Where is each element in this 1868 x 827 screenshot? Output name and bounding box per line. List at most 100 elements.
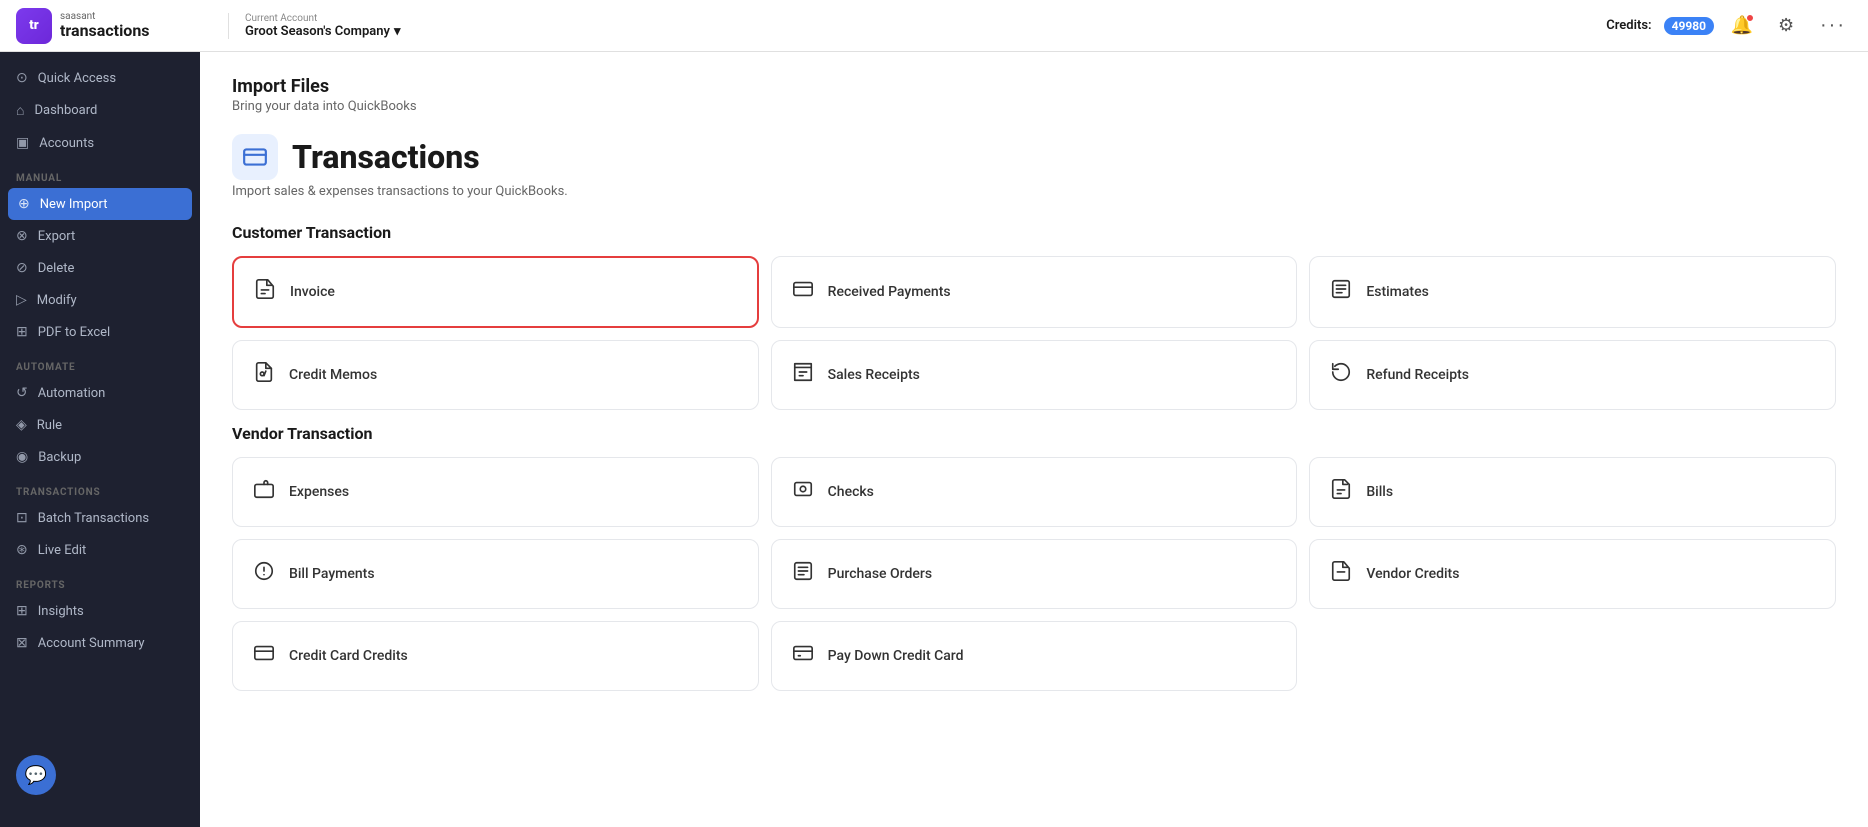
pay-down-credit-card-label: Pay Down Credit Card xyxy=(828,648,964,664)
modify-icon: ▷ xyxy=(16,292,27,308)
card-sales-receipts[interactable]: Sales Receipts xyxy=(771,340,1298,410)
sidebar-item-modify[interactable]: ▷ Modify xyxy=(0,284,200,316)
sidebar-item-pdf-to-excel[interactable]: ⊞ PDF to Excel xyxy=(0,316,200,348)
sidebar-item-label: Accounts xyxy=(39,136,94,151)
import-files-subtitle: Bring your data into QuickBooks xyxy=(232,99,1836,114)
card-purchase-orders[interactable]: Purchase Orders xyxy=(771,539,1298,609)
card-expenses[interactable]: Expenses xyxy=(232,457,759,527)
estimates-icon xyxy=(1330,278,1352,306)
sidebar-item-automation[interactable]: ↺ Automation xyxy=(0,377,200,409)
vendor-section-heading: Vendor Transaction xyxy=(232,424,1836,443)
checks-label: Checks xyxy=(828,484,874,500)
section-transactions: TRANSACTIONS xyxy=(0,473,200,502)
notification-button[interactable]: 🔔 xyxy=(1726,10,1758,42)
sidebar-item-accounts[interactable]: ▣ Accounts xyxy=(0,127,200,159)
logo-icon: tr xyxy=(16,8,52,44)
import-files-title: Import Files xyxy=(232,76,1836,97)
app-body: ⊙ Quick Access ⌂ Dashboard ▣ Accounts MA… xyxy=(0,52,1868,827)
sidebar-item-label: Insights xyxy=(38,604,84,619)
card-pay-down-credit-card[interactable]: Pay Down Credit Card xyxy=(771,621,1298,691)
section-automate: AUTOMATE xyxy=(0,348,200,377)
vendor-cards-grid: Expenses Checks xyxy=(232,457,1836,691)
top-header: tr saasant transactions Current Account … xyxy=(0,0,1868,52)
sidebar-item-quick-access[interactable]: ⊙ Quick Access xyxy=(0,62,200,94)
vendor-credits-label: Vendor Credits xyxy=(1366,566,1459,582)
sidebar-item-label: Export xyxy=(38,229,76,244)
card-credit-memos[interactable]: Credit Memos xyxy=(232,340,759,410)
sidebar-item-label: Modify xyxy=(37,293,77,308)
invoice-icon xyxy=(254,278,276,306)
sidebar-item-label: Automation xyxy=(38,386,106,401)
credits-label: Credits: xyxy=(1606,18,1651,33)
logo-area: tr saasant transactions xyxy=(16,8,216,44)
checks-icon xyxy=(792,478,814,506)
refund-receipts-label: Refund Receipts xyxy=(1366,367,1469,383)
credit-memos-icon xyxy=(253,361,275,389)
sales-receipts-label: Sales Receipts xyxy=(828,367,920,383)
account-name[interactable]: Groot Season's Company ▾ xyxy=(245,24,401,39)
customer-section-heading: Customer Transaction xyxy=(232,223,1836,242)
logo-bottom-text: transactions xyxy=(60,22,150,40)
bill-payments-icon xyxy=(253,560,275,588)
sidebar: ⊙ Quick Access ⌂ Dashboard ▣ Accounts MA… xyxy=(0,52,200,827)
backup-icon: ◉ xyxy=(16,449,28,465)
expenses-label: Expenses xyxy=(289,484,349,500)
section-manual: MANUAL xyxy=(0,159,200,188)
more-button[interactable]: ··· xyxy=(1814,10,1852,41)
main-content: Import Files Bring your data into QuickB… xyxy=(200,52,1868,827)
card-refund-receipts[interactable]: Refund Receipts xyxy=(1309,340,1836,410)
sidebar-item-label: Batch Transactions xyxy=(38,511,149,526)
sidebar-item-label: PDF to Excel xyxy=(38,325,110,340)
tx-subtitle: Import sales & expenses transactions to … xyxy=(232,184,1836,199)
customer-cards-grid: Invoice Received Payments xyxy=(232,256,1836,410)
sidebar-item-delete[interactable]: ⊘ Delete xyxy=(0,252,200,284)
automation-icon: ↺ xyxy=(16,385,28,401)
credit-card-credits-label: Credit Card Credits xyxy=(289,648,408,664)
notification-dot xyxy=(1746,14,1754,22)
sidebar-item-live-edit[interactable]: ⊛ Live Edit xyxy=(0,534,200,566)
settings-button[interactable]: ⚙ xyxy=(1770,10,1802,42)
credit-card-icon xyxy=(242,144,268,170)
card-estimates[interactable]: Estimates xyxy=(1309,256,1836,328)
chevron-down-icon: ▾ xyxy=(394,24,401,39)
sidebar-item-label: Live Edit xyxy=(38,543,87,558)
card-checks[interactable]: Checks xyxy=(771,457,1298,527)
pdf-excel-icon: ⊞ xyxy=(16,324,28,340)
credit-card-credits-icon xyxy=(253,642,275,670)
export-icon: ⊗ xyxy=(16,228,28,244)
sidebar-item-label: Rule xyxy=(37,418,62,433)
card-credit-card-credits[interactable]: Credit Card Credits xyxy=(232,621,759,691)
bills-label: Bills xyxy=(1366,484,1393,500)
sidebar-item-label: Dashboard xyxy=(34,103,97,118)
chat-button[interactable]: 💬 xyxy=(16,755,56,795)
tx-title: Transactions xyxy=(292,138,480,176)
sidebar-item-batch-transactions[interactable]: ⊡ Batch Transactions xyxy=(0,502,200,534)
card-vendor-credits[interactable]: Vendor Credits xyxy=(1309,539,1836,609)
sidebar-item-insights[interactable]: ⊞ Insights xyxy=(0,595,200,627)
sidebar-item-new-import[interactable]: ⊕ New Import xyxy=(8,188,192,220)
delete-icon: ⊘ xyxy=(16,260,28,276)
sidebar-item-backup[interactable]: ◉ Backup xyxy=(0,441,200,473)
received-payments-icon xyxy=(792,278,814,306)
quick-access-icon: ⊙ xyxy=(16,70,28,86)
estimates-label: Estimates xyxy=(1366,284,1428,300)
credits-badge: 49980 xyxy=(1664,17,1714,35)
sales-receipts-icon xyxy=(792,361,814,389)
sidebar-item-dashboard[interactable]: ⌂ Dashboard xyxy=(0,94,200,127)
card-invoice[interactable]: Invoice xyxy=(232,256,759,328)
sidebar-item-label: Quick Access xyxy=(38,71,116,86)
purchase-orders-label: Purchase Orders xyxy=(828,566,932,582)
sidebar-item-label: New Import xyxy=(40,197,108,212)
dashboard-icon: ⌂ xyxy=(16,102,24,119)
sidebar-item-rule[interactable]: ◈ Rule xyxy=(0,409,200,441)
sidebar-item-account-summary[interactable]: ⊠ Account Summary xyxy=(0,627,200,659)
card-bills[interactable]: Bills xyxy=(1309,457,1836,527)
sidebar-item-export[interactable]: ⊗ Export xyxy=(0,220,200,252)
vendor-credits-icon xyxy=(1330,560,1352,588)
accounts-icon: ▣ xyxy=(16,135,29,151)
card-bill-payments[interactable]: Bill Payments xyxy=(232,539,759,609)
gear-icon: ⚙ xyxy=(1778,15,1794,36)
invoice-label: Invoice xyxy=(290,284,335,300)
insights-icon: ⊞ xyxy=(16,603,28,619)
card-received-payments[interactable]: Received Payments xyxy=(771,256,1298,328)
